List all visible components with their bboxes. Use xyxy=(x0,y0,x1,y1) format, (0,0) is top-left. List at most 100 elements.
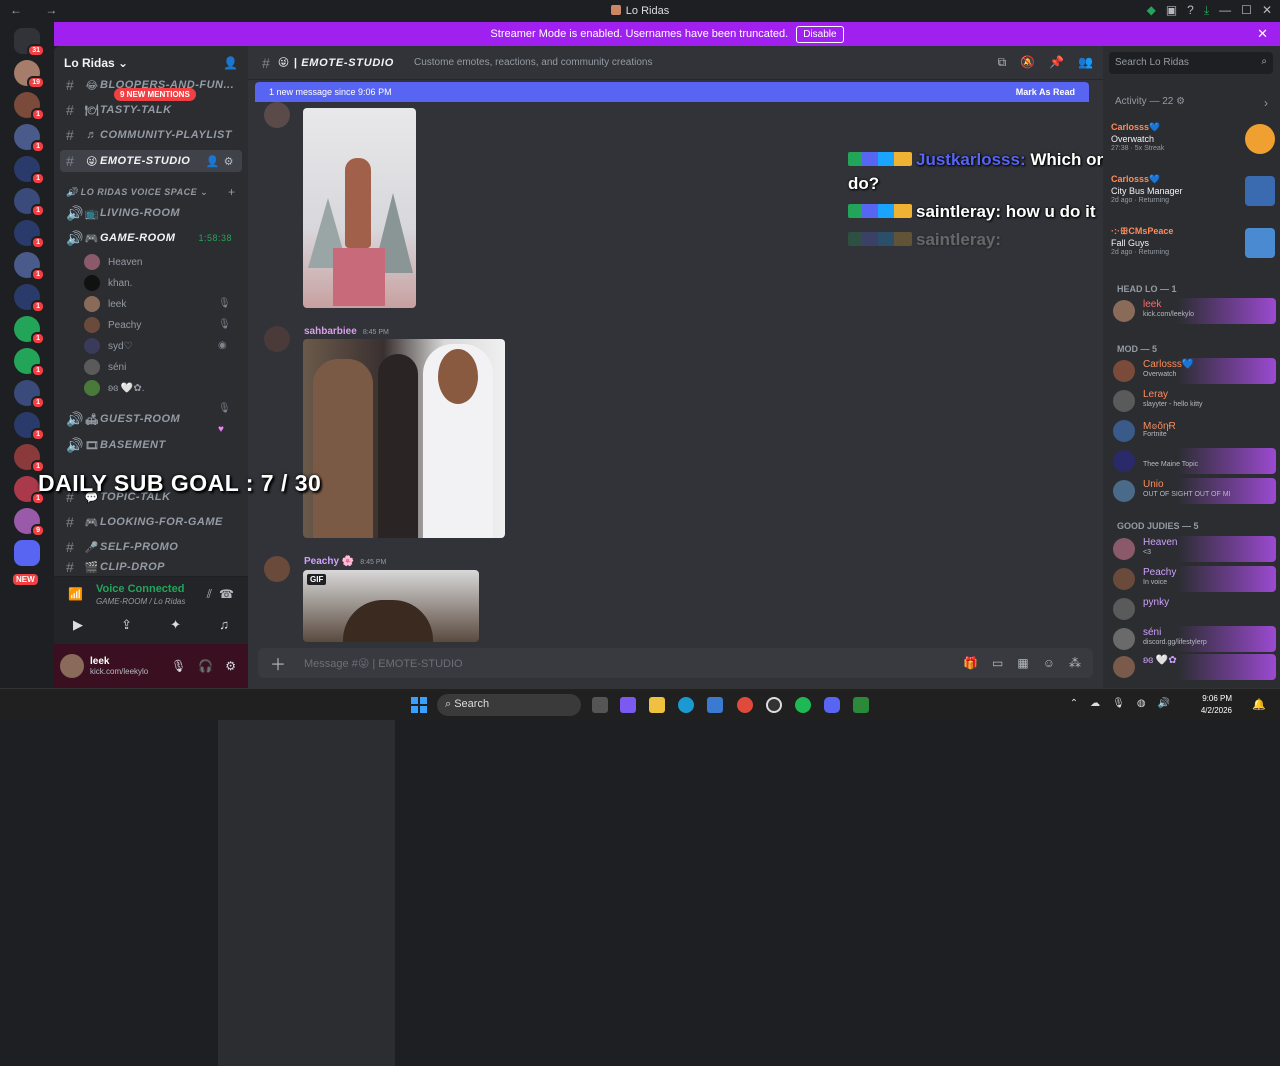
sticker-icon[interactable]: ▦ xyxy=(1017,656,1028,670)
home-button[interactable]: 31 xyxy=(14,28,45,57)
voice-user[interactable]: leek ◉ xyxy=(84,294,395,982)
channel-self-promo[interactable]: # 🎤 SELF-PROMO xyxy=(60,536,242,558)
voice-user[interactable]: ʚɞ 🤍✿. ♥ xyxy=(84,378,395,1066)
apps-icon[interactable]: ⁂ xyxy=(1069,656,1081,670)
chrome-icon[interactable] xyxy=(737,697,753,713)
avatar[interactable] xyxy=(264,102,290,128)
member-item[interactable]: Leray slayyter - hello kitty xyxy=(1111,388,1276,414)
activity-card[interactable]: Carlosss💙 City Bus Manager 2d ago · Return… xyxy=(1111,174,1275,222)
headset-icon[interactable]: 🎧 xyxy=(198,659,213,673)
voice-guest-room[interactable]: 🔊 🛋 GUEST-ROOM xyxy=(60,408,242,430)
cloud-icon[interactable]: ☁ xyxy=(1090,698,1100,709)
notification-icon[interactable]: 🔔 xyxy=(1252,698,1266,711)
message-input[interactable]: Message #😜 | EMOTE-STUDIO xyxy=(304,657,463,670)
server-icon[interactable]: 1 xyxy=(14,316,45,345)
server-icon[interactable]: 1 xyxy=(14,412,45,441)
gear-icon[interactable]: ⚙ xyxy=(225,659,236,673)
member-item[interactable]: Unio OUT OF SIGHT OUT OF MI xyxy=(1111,478,1276,504)
voice-basement[interactable]: 🔊 🎞 BASEMENT xyxy=(60,434,242,456)
close-icon[interactable]: ✕ xyxy=(1257,26,1268,42)
new-messages-bar[interactable]: 1 new message since 9:06 PM Mark As Read xyxy=(255,82,1089,102)
taskbar-search[interactable]: ⌕ Search xyxy=(437,694,581,716)
activity-card[interactable]: ·:·ꕥCMsPeace Fall Guys 2d ago · Returning xyxy=(1111,226,1275,274)
channel-emote-studio[interactable]: # 😜 EMOTE-STUDIO 👤 ⚙ xyxy=(60,150,242,172)
server-icon[interactable]: 1 xyxy=(14,188,45,217)
server-icon[interactable]: 1 xyxy=(14,444,45,473)
server-icon[interactable]: 1 xyxy=(14,220,45,249)
activity-header[interactable]: Activity — 22 ⚙ xyxy=(1115,96,1185,107)
voice-user[interactable]: khan. 🎙 xyxy=(84,273,395,961)
volume-icon[interactable]: 🔊 xyxy=(1158,698,1170,709)
activity-card[interactable]: Carlosss💙 Overwatch 27:38 · 5x Streak xyxy=(1111,122,1275,170)
add-channel-icon[interactable]: + xyxy=(228,185,235,199)
channel-community-playlist[interactable]: # ♬ COMMUNITY-PLAYLIST xyxy=(60,124,242,146)
store-icon[interactable] xyxy=(707,697,723,713)
maximize-icon[interactable]: ☐ xyxy=(1241,3,1252,18)
threads-icon[interactable]: ⧉ xyxy=(998,55,1007,70)
voice-living-room[interactable]: 🔊 📺 LIVING-ROOM xyxy=(60,202,242,224)
message-gif[interactable]: GIF xyxy=(303,570,479,642)
mark-as-read-button[interactable]: Mark As Read xyxy=(1016,87,1075,97)
mic-icon[interactable]: 🎙 xyxy=(171,659,186,673)
activities-icon[interactable]: ✦ xyxy=(170,617,181,633)
message-composer[interactable]: ＋ Message #😜 | EMOTE-STUDIO 🎁 ▭ ▦ ☺ ⁂ xyxy=(258,648,1093,678)
obs-icon[interactable] xyxy=(766,697,782,713)
gift-icon[interactable]: 🎁 xyxy=(963,656,978,670)
server-icon[interactable]: 1 xyxy=(14,284,45,313)
channel-looking-for-game[interactable]: # 🎮 LOOKING-FOR-GAME xyxy=(60,511,242,533)
chevron-up-icon[interactable]: ⌃ xyxy=(1070,698,1078,709)
message-author[interactable]: Peachy xyxy=(304,556,339,567)
member-item[interactable]: leek kick.com/leekylo xyxy=(1111,298,1276,324)
discord-icon[interactable] xyxy=(824,697,840,713)
help-icon[interactable]: ? xyxy=(1187,3,1194,18)
member-item[interactable]: ʚɞ 🤍✿ xyxy=(1111,654,1276,680)
member-item[interactable]: M๏ŏηɌ Fortnite xyxy=(1111,418,1276,444)
member-item[interactable]: Heaven <3 xyxy=(1111,536,1276,562)
download-icon[interactable]: ⤓ xyxy=(1204,3,1209,18)
server-icon[interactable]: 1 xyxy=(14,156,45,185)
server-icon[interactable]: 1 xyxy=(14,380,45,409)
channel-clip-drop[interactable]: # 🎬 CLIP-DROP xyxy=(60,560,242,574)
start-button[interactable] xyxy=(411,697,427,713)
member-item[interactable]: Carlosss💙 Overwatch xyxy=(1111,358,1276,384)
member-item[interactable]: Thee Maine Topic xyxy=(1111,448,1276,474)
wifi-icon[interactable]: ◍ xyxy=(1137,698,1146,709)
server-icon[interactable]: 1 xyxy=(14,252,45,281)
server-icon[interactable]: 9 xyxy=(14,508,45,537)
app-icon[interactable] xyxy=(853,697,869,713)
server-icon[interactable]: 19 xyxy=(14,60,45,89)
task-view-icon[interactable] xyxy=(592,697,608,713)
channel-topic[interactable]: Custome emotes, reactions, and community… xyxy=(414,57,652,68)
new-server-icon[interactable] xyxy=(14,540,40,566)
voice-user[interactable]: séni 🎙 xyxy=(84,357,395,1045)
edge-icon[interactable] xyxy=(678,697,694,713)
noise-suppression-icon[interactable]: ⫽ xyxy=(207,587,212,602)
voice-user[interactable]: syd♡ xyxy=(84,336,133,356)
camera-icon[interactable]: ▶ xyxy=(73,617,83,633)
member-list-icon[interactable]: 👥 xyxy=(1078,55,1093,70)
message-image[interactable] xyxy=(303,108,416,308)
user-panel[interactable]: leek kick.com/leekylo 🎙 🎧 ⚙ xyxy=(54,644,248,688)
copilot-icon[interactable] xyxy=(620,697,636,713)
nitro-icon[interactable]: ◆ xyxy=(1147,3,1156,18)
soundboard-icon[interactable]: ♫ xyxy=(219,617,229,633)
server-icon[interactable]: 1 xyxy=(14,476,45,505)
disable-button[interactable]: Disable xyxy=(796,25,844,43)
member-item[interactable]: pynky xyxy=(1111,596,1276,622)
channel-settings-icon[interactable]: 👤 ⚙ xyxy=(206,155,234,168)
close-window-icon[interactable]: ✕ xyxy=(1262,3,1272,18)
attach-plus-icon[interactable]: ＋ xyxy=(270,651,286,675)
disconnect-icon[interactable]: ☎ xyxy=(219,587,234,601)
notifications-icon[interactable]: 🔕 xyxy=(1020,55,1035,70)
member-item[interactable]: Peachy In voice xyxy=(1111,566,1276,592)
avatar[interactable] xyxy=(264,326,290,352)
avatar[interactable] xyxy=(264,556,290,582)
inbox-icon[interactable]: ▣ xyxy=(1166,3,1177,18)
spotify-icon[interactable] xyxy=(795,697,811,713)
screen-share-icon[interactable]: ⇪ xyxy=(121,617,132,633)
mic-icon[interactable]: 🎙 xyxy=(1112,698,1125,709)
search-input[interactable]: Search Lo Ridas ⌕ xyxy=(1109,52,1273,74)
category-voice-space[interactable]: 🔊 LO RIDAS VOICE SPACE ⌄ xyxy=(66,187,208,198)
channel-tasty-talk[interactable]: # 🍽 TASTY-TALK xyxy=(60,99,242,121)
gif-icon[interactable]: ▭ xyxy=(992,656,1003,670)
